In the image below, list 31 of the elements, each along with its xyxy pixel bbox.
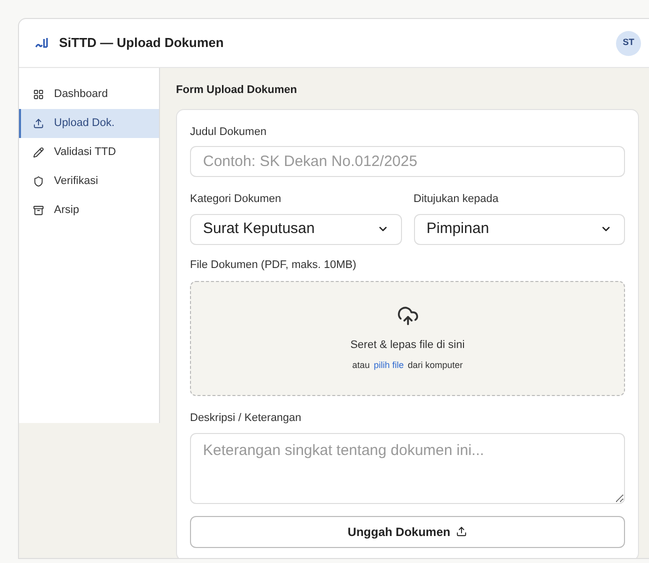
signature-icon: [35, 37, 49, 49]
upload-button[interactable]: Unggah Dokumen: [190, 516, 625, 548]
sidebar-item[interactable]: Validasi TTD: [19, 138, 159, 167]
dropdown[interactable]: Surat Keputusan: [190, 214, 402, 244]
shield-icon: [33, 176, 44, 187]
drop-text: Seret & lepas file di sini: [350, 338, 465, 352]
upload-icon: [33, 118, 44, 129]
upload-icon: [456, 526, 468, 537]
sidebar-item[interactable]: Dashboard: [19, 80, 159, 109]
pick-file-link[interactable]: pilih file: [374, 359, 404, 372]
field-label: Deskripsi / Keterangan: [190, 411, 302, 426]
hint-text: atau: [352, 359, 370, 372]
field-label: Ditujukan kepada: [414, 192, 500, 207]
form-title: Form Upload Dokumen: [176, 83, 298, 98]
sidebar-item[interactable]: Verifikasi: [19, 167, 159, 196]
window-title: SiTTD — Upload Dokumen: [59, 34, 224, 52]
hint-text: dari komputer: [408, 359, 463, 372]
pencil-icon: [33, 147, 44, 158]
cloud-upload-icon: [396, 304, 418, 326]
avatar[interactable]: ST: [616, 30, 641, 56]
field-label: Judul Dokumen: [190, 124, 268, 140]
input-field[interactable]: Contoh: SK Dekan No.012/2025: [190, 146, 625, 177]
file-drop-zone[interactable]: Seret & lepas file di sini atau pilih file dari komputer: [190, 281, 625, 396]
description-field[interactable]: Keterangan singkat tentang dokumen ini...: [190, 432, 625, 504]
sidebar-item[interactable]: Arsip: [19, 196, 159, 225]
sidebar-item[interactable]: Upload Dok.: [19, 109, 159, 138]
dropdown[interactable]: Pimpinan: [414, 214, 625, 244]
grid-icon: [33, 89, 44, 100]
field-label: File Dokumen (PDF, maks. 10MB): [190, 258, 358, 272]
field-label: Kategori Dokumen: [190, 192, 282, 207]
archive-icon: [33, 205, 44, 216]
